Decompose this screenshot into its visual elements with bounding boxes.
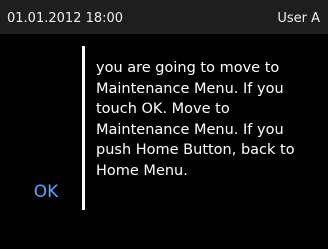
- date-time: 01.01.2012 18:00: [7, 11, 124, 26]
- ok-button[interactable]: OK: [17, 172, 75, 212]
- ok-button-label: OK: [33, 182, 59, 202]
- user-label: User A: [277, 11, 320, 26]
- screen: 01.01.2012 18:00 User A OK you are going…: [0, 0, 328, 249]
- status-bar: 01.01.2012 18:00 User A: [0, 0, 328, 34]
- dialog-message: you are going to move to Maintenance Men…: [96, 60, 295, 179]
- vertical-divider: [82, 46, 85, 210]
